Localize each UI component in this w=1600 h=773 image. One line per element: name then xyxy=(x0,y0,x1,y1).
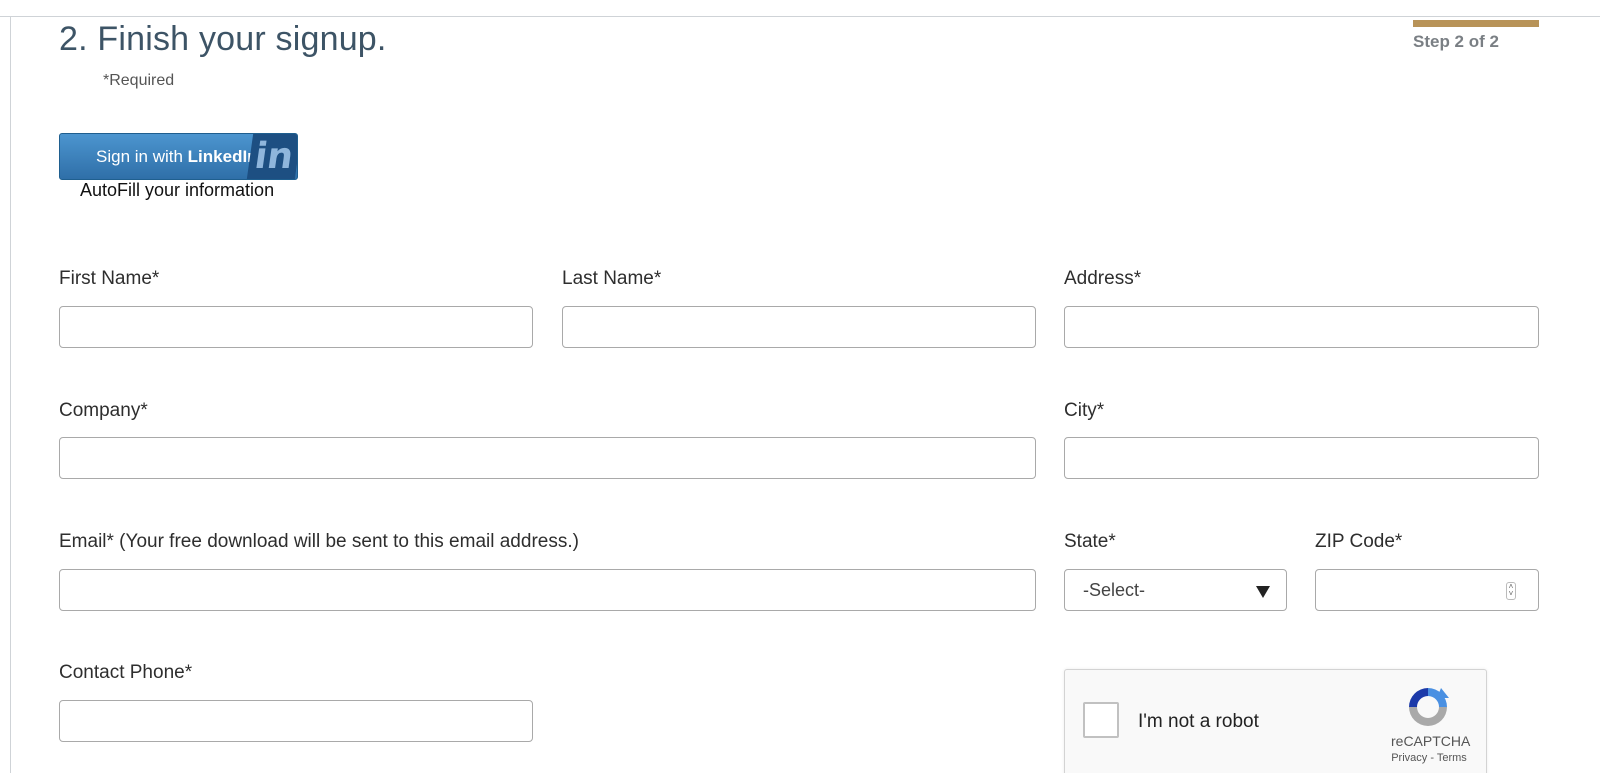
first-name-input[interactable] xyxy=(59,306,533,348)
top-divider xyxy=(0,16,1600,17)
recaptcha-label: I'm not a robot xyxy=(1138,711,1259,732)
recaptcha-privacy-link[interactable]: Privacy xyxy=(1391,752,1427,764)
last-name-input[interactable] xyxy=(562,306,1036,348)
autofill-caption: AutoFill your information xyxy=(80,180,275,200)
company-label: Company* xyxy=(59,400,148,421)
recaptcha-brand: reCAPTCHA xyxy=(1391,733,1471,749)
step-progress-bar xyxy=(1413,20,1539,27)
required-note: *Required xyxy=(103,72,175,89)
recaptcha-terms-link[interactable]: Terms xyxy=(1437,752,1467,764)
city-label: City* xyxy=(1064,400,1105,421)
linkedin-signin-button[interactable]: Sign in with LinkedIn in xyxy=(59,133,298,180)
phone-label: Contact Phone* xyxy=(59,662,193,683)
first-name-label: First Name* xyxy=(59,268,160,289)
email-label: Email* (Your free download will be sent … xyxy=(59,531,579,552)
zip-label: ZIP Code* xyxy=(1315,531,1403,552)
city-input[interactable] xyxy=(1064,437,1539,479)
state-selected-value: -Select- xyxy=(1083,580,1146,600)
linkedin-button-brand: LinkedIn xyxy=(187,147,258,166)
address-input[interactable] xyxy=(1064,306,1539,348)
company-input[interactable] xyxy=(59,437,1036,479)
recaptcha-link-separator: - xyxy=(1427,752,1437,764)
state-label: State* xyxy=(1064,531,1116,552)
page-title: 2. Finish your signup. xyxy=(59,20,387,58)
linkedin-button-label: Sign in with LinkedIn xyxy=(96,147,258,167)
phone-input[interactable] xyxy=(59,700,533,742)
left-divider xyxy=(10,16,11,773)
number-spinner-icon[interactable]: ˄ ˅ xyxy=(1506,582,1516,600)
recaptcha-widget: I'm not a robot reCAPTCHA Privacy - Term… xyxy=(1064,669,1487,773)
linkedin-icon: in xyxy=(246,134,297,179)
dropdown-arrow-icon xyxy=(1256,586,1270,598)
email-input[interactable] xyxy=(59,569,1036,611)
address-label: Address* xyxy=(1064,268,1142,289)
linkedin-button-prefix: Sign in with xyxy=(96,147,188,166)
recaptcha-links: Privacy - Terms xyxy=(1379,752,1479,764)
zip-input[interactable]: ˄ ˅ xyxy=(1315,569,1539,611)
recaptcha-checkbox[interactable] xyxy=(1083,702,1119,738)
recaptcha-icon xyxy=(1409,688,1449,726)
last-name-label: Last Name* xyxy=(562,268,662,289)
step-label: Step 2 of 2 xyxy=(1413,32,1499,51)
signup-page: 2. Finish your signup. *Required Step 2 … xyxy=(0,0,1600,773)
state-select[interactable]: -Select- xyxy=(1064,569,1287,611)
